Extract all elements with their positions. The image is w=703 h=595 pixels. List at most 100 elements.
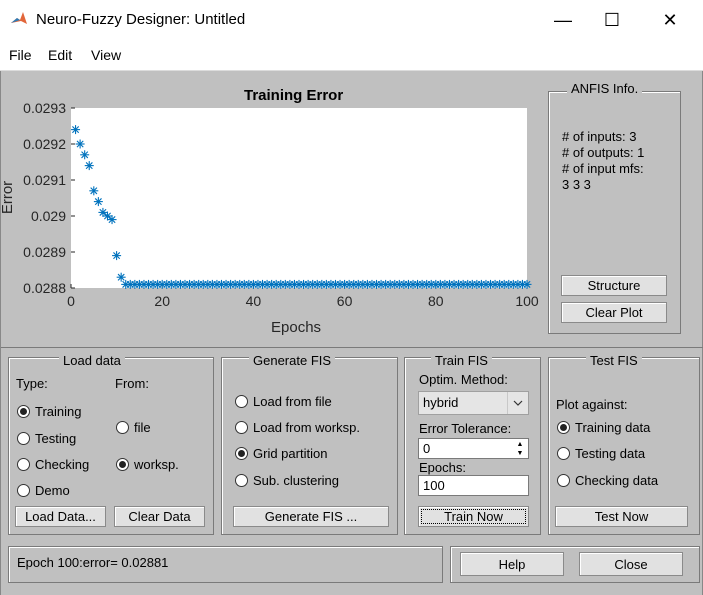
data-point [75,139,85,149]
minimize-button[interactable]: — [543,6,583,34]
data-point [93,197,103,207]
x-tick-label: 20 [154,293,170,309]
radio-dot [116,458,129,471]
radio-dot [235,421,248,434]
num-outputs: # of outputs: 1 [562,145,645,160]
error-tolerance-input[interactable]: 0 ▲ ▼ [418,438,529,459]
radio-grid-partition[interactable]: Grid partition [235,446,327,461]
x-tick-label: 40 [246,293,262,309]
radio-label: worksp. [134,457,179,472]
radio-dot [557,474,570,487]
window-title: Neuro-Fuzzy Designer: Untitled [36,11,246,28]
help-button[interactable]: Help [460,552,564,576]
menu-file[interactable]: File [9,47,32,63]
test-fis-title: Test FIS [586,353,642,368]
radio-dot [557,447,570,460]
menu-view[interactable]: View [91,47,121,63]
data-point [112,251,122,261]
radio-type-testing[interactable]: Testing [17,431,76,446]
radio-label: Checking data [575,473,659,488]
data-point [80,150,90,160]
train-fis-title: Train FIS [431,353,492,368]
radio-load-from-file[interactable]: Load from file [235,394,332,409]
menu-edit[interactable]: Edit [48,47,72,63]
generate-fis-title: Generate FIS [249,353,336,368]
data-point [84,161,94,171]
spin-down-icon[interactable]: ▼ [513,449,527,458]
title-bar: Neuro-Fuzzy Designer: Untitled — ☐ ✕ [0,0,703,40]
x-axis-label: Epochs [271,319,322,336]
status-text: Epoch 100:error= 0.02881 [17,555,169,570]
num-input-mfs-label: # of input mfs: [562,161,644,176]
minimize-icon: — [554,9,572,30]
radio-sub-clustering[interactable]: Sub. clustering [235,473,339,488]
main-area: Training Error 0 20 40 60 80 100 0.0288 0.0289 0… [0,71,703,595]
radio-type-demo[interactable]: Demo [17,483,70,498]
radio-label: Sub. clustering [253,473,339,488]
radio-plot-checking[interactable]: Checking data [557,473,658,488]
close-icon: ✕ [662,9,678,30]
optim-method-select[interactable]: hybrid [418,391,529,415]
radio-label: Training data [575,420,651,435]
train-now-button[interactable]: Train Now [418,506,529,527]
epochs-input[interactable]: 100 [418,475,529,496]
radio-dot [17,484,30,497]
y-tick-label: 0.0288 [23,280,66,296]
radio-label: Load from file [253,394,332,409]
y-axis-label: Error [0,180,17,215]
radio-label: Testing data [575,446,646,461]
load-data-title: Load data [59,353,125,368]
radio-from-workspace[interactable]: worksp. [116,457,179,472]
radio-label: file [134,420,151,435]
epochs-value: 100 [423,478,445,493]
close-button[interactable]: Close [579,552,683,576]
y-tick-label: 0.0292 [23,136,66,152]
radio-label: Load from worksp. [253,420,360,435]
radio-type-training[interactable]: Training [17,404,81,419]
data-point [107,215,117,225]
error-tolerance-value: 0 [423,441,431,456]
radio-label: Grid partition [253,446,328,461]
radio-from-file[interactable]: file [116,420,151,435]
epochs-label: Epochs: [419,460,466,475]
radio-dot [235,474,248,487]
matlab-icon [10,10,28,28]
y-tick-label: 0.029 [31,208,66,224]
structure-button[interactable]: Structure [561,275,667,296]
clear-data-button[interactable]: Clear Data [114,506,205,527]
type-label: Type: [16,376,48,391]
x-tick-label: 80 [428,293,444,309]
error-tolerance-label: Error Tolerance: [419,421,512,436]
chevron-down-icon [507,392,528,414]
optim-method-label: Optim. Method: [419,372,508,387]
load-data-button[interactable]: Load Data... [15,506,106,527]
num-inputs: # of inputs: 3 [562,129,637,144]
spin-up-icon[interactable]: ▲ [513,440,527,449]
y-tick-label: 0.0291 [23,172,66,188]
generate-fis-button[interactable]: Generate FIS ... [233,506,389,527]
radio-dot [116,421,129,434]
radio-label: Training [35,404,82,419]
num-input-mfs-values: 3 3 3 [562,177,591,192]
anfis-info-title: ANFIS Info. [567,81,643,96]
radio-dot [557,421,570,434]
radio-load-from-workspace[interactable]: Load from worksp. [235,420,360,435]
radio-dot [17,432,30,445]
maximize-button[interactable]: ☐ [592,6,632,34]
radio-dot [235,447,248,460]
data-point [522,279,532,289]
radio-dot [17,458,30,471]
from-label: From: [115,376,149,391]
close-window-button[interactable]: ✕ [650,6,690,34]
y-tick-label: 0.0289 [23,244,66,260]
radio-plot-testing[interactable]: Testing data [557,446,645,461]
y-tick-label: 0.0293 [23,100,66,116]
test-now-button[interactable]: Test Now [555,506,688,527]
x-tick-label: 100 [515,293,539,309]
radio-type-checking[interactable]: Checking [17,457,89,472]
clear-plot-button[interactable]: Clear Plot [561,302,667,323]
radio-dot [235,395,248,408]
plot-area [71,108,527,288]
radio-plot-training[interactable]: Training data [557,420,650,435]
anfis-info-panel [548,91,681,334]
